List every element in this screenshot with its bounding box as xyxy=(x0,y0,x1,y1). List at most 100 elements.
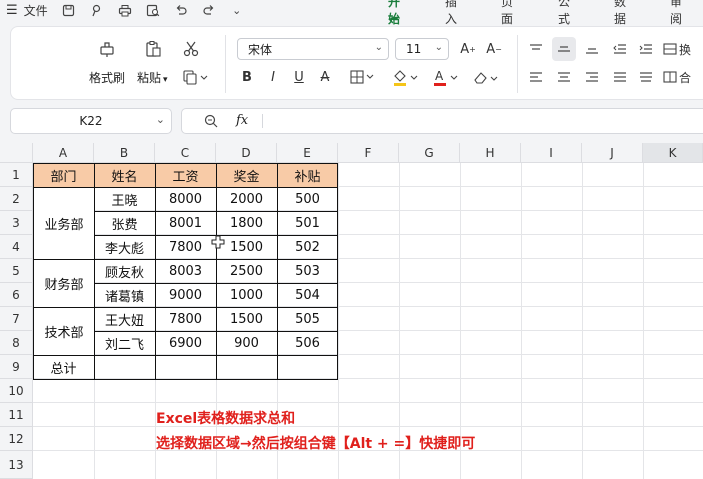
decrease-indent-icon[interactable] xyxy=(611,39,629,59)
row-header[interactable]: 11 xyxy=(0,403,33,427)
row-header[interactable]: 5 xyxy=(0,259,33,283)
column-header[interactable]: D xyxy=(216,143,277,163)
table-cell[interactable]: 500 xyxy=(277,187,338,211)
table-cell[interactable]: 李大彪 xyxy=(94,235,155,259)
redo-icon[interactable] xyxy=(202,3,216,17)
table-cell[interactable]: 6900 xyxy=(155,331,216,355)
row-header[interactable]: 13 xyxy=(0,451,33,479)
font-name-select[interactable]: 宋体 ⌄ xyxy=(237,38,389,60)
column-header[interactable]: E xyxy=(277,143,338,163)
table-cell[interactable]: 2500 xyxy=(216,259,277,283)
borders-icon[interactable] xyxy=(349,67,377,87)
table-cell[interactable]: 王大妞 xyxy=(94,307,155,331)
print-preview-icon[interactable] xyxy=(146,3,160,17)
chevron-down-icon[interactable]: ⌄ xyxy=(230,3,244,17)
strikethrough-icon[interactable]: A xyxy=(317,67,333,87)
column-header[interactable]: J xyxy=(582,143,643,163)
table-cell[interactable]: 504 xyxy=(277,283,338,307)
table-cell[interactable]: 7800 xyxy=(155,307,216,331)
align-right-icon[interactable] xyxy=(583,67,601,87)
increase-font-icon[interactable]: A + xyxy=(459,39,477,59)
table-cell[interactable]: 506 xyxy=(277,331,338,355)
bold-icon[interactable]: B xyxy=(239,67,255,87)
copy-icon[interactable] xyxy=(181,67,211,87)
row-header[interactable]: 8 xyxy=(0,331,33,355)
align-bottom-icon[interactable] xyxy=(583,39,601,59)
print-icon[interactable] xyxy=(118,3,132,17)
table-cell[interactable]: 诸葛镇 xyxy=(94,283,155,307)
merge-button[interactable]: 合 xyxy=(663,67,703,87)
table-cell[interactable]: 503 xyxy=(277,259,338,283)
department-cell[interactable]: 财务部 xyxy=(34,259,94,307)
table-cell[interactable]: 8000 xyxy=(155,187,216,211)
table-cell[interactable]: 王晓 xyxy=(94,187,155,211)
row-header[interactable]: 2 xyxy=(0,187,33,211)
save-icon[interactable] xyxy=(62,3,76,17)
font-size-select[interactable]: 11 ⌄ xyxy=(395,38,449,60)
formula-input[interactable] xyxy=(272,114,703,130)
italic-icon[interactable]: I xyxy=(265,67,281,87)
table-cell[interactable]: 1000 xyxy=(216,283,277,307)
column-header-selected[interactable]: K xyxy=(643,143,703,163)
row-header[interactable]: 9 xyxy=(0,355,33,379)
column-header[interactable]: B xyxy=(94,143,155,163)
fx-icon[interactable]: fx xyxy=(236,113,248,128)
table-cell[interactable]: 2000 xyxy=(216,187,277,211)
tab-home[interactable]: 开始 xyxy=(388,0,400,26)
row-header[interactable]: 3 xyxy=(0,211,33,235)
decrease-font-icon[interactable]: A − xyxy=(485,39,503,59)
undo-icon[interactable] xyxy=(174,3,188,17)
table-cell[interactable]: 8001 xyxy=(155,211,216,235)
column-header[interactable]: I xyxy=(521,143,582,163)
row-header[interactable]: 4 xyxy=(0,235,33,259)
align-middle-icon[interactable] xyxy=(552,37,576,61)
table-header-cell[interactable]: 部门 xyxy=(33,163,94,187)
eraser-icon[interactable] xyxy=(471,67,501,89)
row-header[interactable]: 6 xyxy=(0,283,33,307)
table-cell[interactable]: 501 xyxy=(277,211,338,235)
table-header-cell[interactable]: 工资 xyxy=(155,163,216,187)
table-cell[interactable]: 顾友秋 xyxy=(94,259,155,283)
table-header-cell[interactable]: 补贴 xyxy=(277,163,338,187)
table-cell[interactable]: 7800 xyxy=(155,235,216,259)
department-cell[interactable]: 技术部 xyxy=(34,307,94,355)
tab-review[interactable]: 审阅 xyxy=(670,0,682,26)
increase-indent-icon[interactable] xyxy=(637,39,655,59)
font-color-icon[interactable]: A xyxy=(431,67,461,89)
row-header[interactable]: 10 xyxy=(0,379,33,403)
table-cell[interactable]: 505 xyxy=(277,307,338,331)
tab-data[interactable]: 数据 xyxy=(614,0,626,26)
table-cell[interactable]: 8003 xyxy=(155,259,216,283)
column-header[interactable]: C xyxy=(155,143,216,163)
row-header[interactable]: 12 xyxy=(0,427,33,451)
table-cell[interactable]: 1500 xyxy=(216,235,277,259)
row-header[interactable]: 1 xyxy=(0,163,33,187)
department-cell[interactable]: 业务部 xyxy=(34,187,94,259)
table-header-cell[interactable]: 奖金 xyxy=(216,163,277,187)
table-cell[interactable]: 刘二飞 xyxy=(94,331,155,355)
row-header[interactable]: 7 xyxy=(0,307,33,331)
cut-icon[interactable] xyxy=(181,39,201,59)
format-icon[interactable] xyxy=(90,3,104,17)
underline-icon[interactable]: U xyxy=(291,67,307,87)
table-cell[interactable]: 900 xyxy=(216,331,277,355)
spreadsheet-grid[interactable]: A B C D E F G H I J K 1 2 3 4 5 6 7 8 9 … xyxy=(0,143,703,479)
paste-label[interactable]: 粘贴 ▾ xyxy=(137,69,168,86)
paste-icon[interactable] xyxy=(143,39,163,59)
select-all-corner[interactable] xyxy=(0,143,33,163)
align-center-icon[interactable] xyxy=(555,67,573,87)
table-cell[interactable]: 张费 xyxy=(94,211,155,235)
zoom-icon[interactable] xyxy=(204,114,218,131)
column-header[interactable]: H xyxy=(460,143,521,163)
tab-formula[interactable]: 公式 xyxy=(558,0,570,26)
table-cell[interactable]: 1800 xyxy=(216,211,277,235)
justify-icon[interactable] xyxy=(611,67,629,87)
distributed-icon[interactable] xyxy=(637,67,655,87)
file-menu[interactable]: ☰ 文件 xyxy=(6,2,48,19)
column-header[interactable]: F xyxy=(338,143,399,163)
total-label-cell[interactable]: 总计 xyxy=(33,355,94,379)
table-header-cell[interactable]: 姓名 xyxy=(94,163,155,187)
format-painter-icon[interactable] xyxy=(97,39,117,59)
tab-page[interactable]: 页面 xyxy=(501,0,513,26)
tab-insert[interactable]: 插入 xyxy=(445,0,457,26)
